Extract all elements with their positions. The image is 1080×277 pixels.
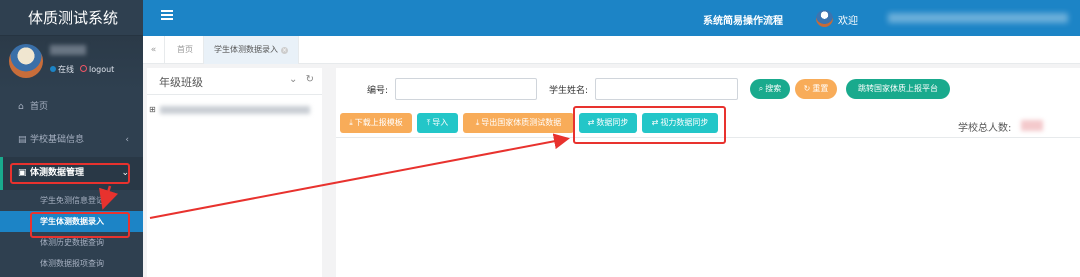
import-button[interactable]: ⤒ 导入	[417, 113, 458, 133]
user-status: 在线 logout	[50, 64, 114, 75]
search-button[interactable]: ⌕ 搜索	[750, 79, 790, 99]
data-sync-button[interactable]: ⇄ 数据同步	[579, 113, 637, 133]
reset-icon: ↻	[803, 84, 811, 93]
name-label: 学生姓名:	[549, 86, 589, 96]
logout-link[interactable]: logout	[80, 65, 114, 74]
main-panel: 编号: 学生姓名: ⌕ 搜索 ↻ 重置 跳转国家体质上报平台 ⤓ 下载上报模板 ⤒ 导入…	[336, 68, 1080, 277]
download-template-label: 下载上报模板	[354, 118, 403, 127]
total-students-label: 学校总人数:	[958, 123, 1012, 134]
welcome-name-blurred	[888, 13, 1068, 23]
top-avatar	[816, 10, 833, 27]
vision-sync-button[interactable]: ⇄ 视力数据同步	[642, 113, 718, 133]
chevron-down-icon: ⌄	[121, 168, 129, 178]
sidebar-item-label: 学校基础信息	[30, 135, 85, 145]
tab-scroll-left-icon[interactable]: «	[143, 36, 165, 64]
hamburger-icon[interactable]	[161, 10, 173, 22]
export-national-button[interactable]: ⤓ 导出国家体质测试数据	[463, 113, 574, 133]
export-national-label: 导出国家体质测试数据	[481, 118, 562, 127]
sidebar-item-label: 首页	[30, 102, 49, 112]
import-label: 导入	[432, 118, 449, 127]
chevron-left-icon: ‹	[125, 135, 129, 145]
divider	[147, 94, 322, 95]
grade-class-panel: 年级班级 ⌄ ↻ ⊞	[147, 68, 322, 277]
refresh-icon[interactable]: ↻	[306, 74, 314, 85]
top-navbar: 系统简易操作流程 欢迎	[143, 0, 1080, 36]
sidebar-item-home[interactable]: ⌂ 首页	[0, 91, 143, 124]
subitem-data-entry[interactable]: 学生体测数据录入	[0, 211, 143, 232]
collapse-icon[interactable]: ⌄	[289, 74, 297, 85]
download-icon: ⤓	[349, 118, 353, 127]
online-label: 在线	[58, 65, 74, 74]
vision-sync-label: 视力数据同步	[660, 118, 709, 127]
sidebar: 体质测试系统 在线 logout ⌂ 首页 ▤ 学校基础信息 ‹ ▣ 体测数据管理 ⌄…	[0, 0, 143, 277]
grade-name-blurred	[159, 105, 310, 114]
welcome-text: 欢迎	[838, 16, 858, 27]
student-name-input[interactable]	[595, 78, 738, 100]
bank-icon: ▤	[18, 135, 27, 145]
tree-node-icon: ⊞	[149, 105, 156, 114]
search-button-label: 搜索	[765, 84, 782, 93]
download-icon: ⤓	[475, 118, 480, 127]
process-link[interactable]: 系统简易操作流程	[703, 12, 783, 27]
reset-button-label: 重置	[812, 84, 829, 93]
upload-icon: ⤒	[426, 118, 431, 127]
close-icon[interactable]: ×	[281, 47, 288, 54]
logout-label[interactable]: logout	[89, 65, 114, 74]
sidebar-item-label: 体测数据管理	[30, 168, 85, 178]
online-status: 在线	[50, 64, 74, 75]
avatar[interactable]	[9, 44, 43, 78]
total-students-value-blurred	[1021, 120, 1043, 131]
tab-label: 学生体测数据录入	[214, 45, 278, 54]
tab-data-entry[interactable]: 学生体测数据录入 ×	[204, 36, 299, 64]
user-profile: 在线 logout	[0, 36, 143, 91]
power-icon	[80, 65, 87, 72]
data-sync-label: 数据同步	[596, 118, 629, 127]
home-icon: ⌂	[18, 102, 24, 112]
app-title: 体质测试系统	[0, 0, 143, 36]
sidebar-item-school-info[interactable]: ▤ 学校基础信息 ‹	[0, 124, 143, 157]
divider	[336, 137, 1080, 138]
online-dot-icon	[50, 66, 56, 72]
sidebar-item-test-data-mgmt[interactable]: ▣ 体测数据管理 ⌄	[0, 157, 143, 190]
national-report-button[interactable]: 跳转国家体质上报平台	[846, 79, 950, 99]
grade-panel-title: 年级班级	[159, 76, 203, 89]
tab-home[interactable]: 首页	[167, 36, 204, 64]
download-template-button[interactable]: ⤓ 下载上报模板	[340, 113, 412, 133]
sync-icon: ⇄	[587, 118, 595, 127]
subitem-history[interactable]: 体测历史数据查询	[0, 232, 143, 253]
reset-button[interactable]: ↻ 重置	[795, 79, 837, 99]
id-card-icon: ▣	[18, 168, 27, 178]
grade-panel-tools: ⌄ ↻	[289, 74, 314, 85]
grade-tree-item[interactable]: ⊞	[149, 105, 310, 114]
subitem-exemption[interactable]: 学生免测信息登记	[0, 190, 143, 211]
sync-icon: ⇄	[651, 118, 659, 127]
tab-bar: « 首页 学生体测数据录入 ×	[143, 36, 1080, 64]
username-blurred	[50, 45, 86, 55]
subitem-report-query[interactable]: 体测数据报项查询	[0, 253, 143, 274]
id-input[interactable]	[395, 78, 537, 100]
id-label: 编号:	[367, 86, 389, 96]
search-icon: ⌕	[758, 84, 764, 93]
